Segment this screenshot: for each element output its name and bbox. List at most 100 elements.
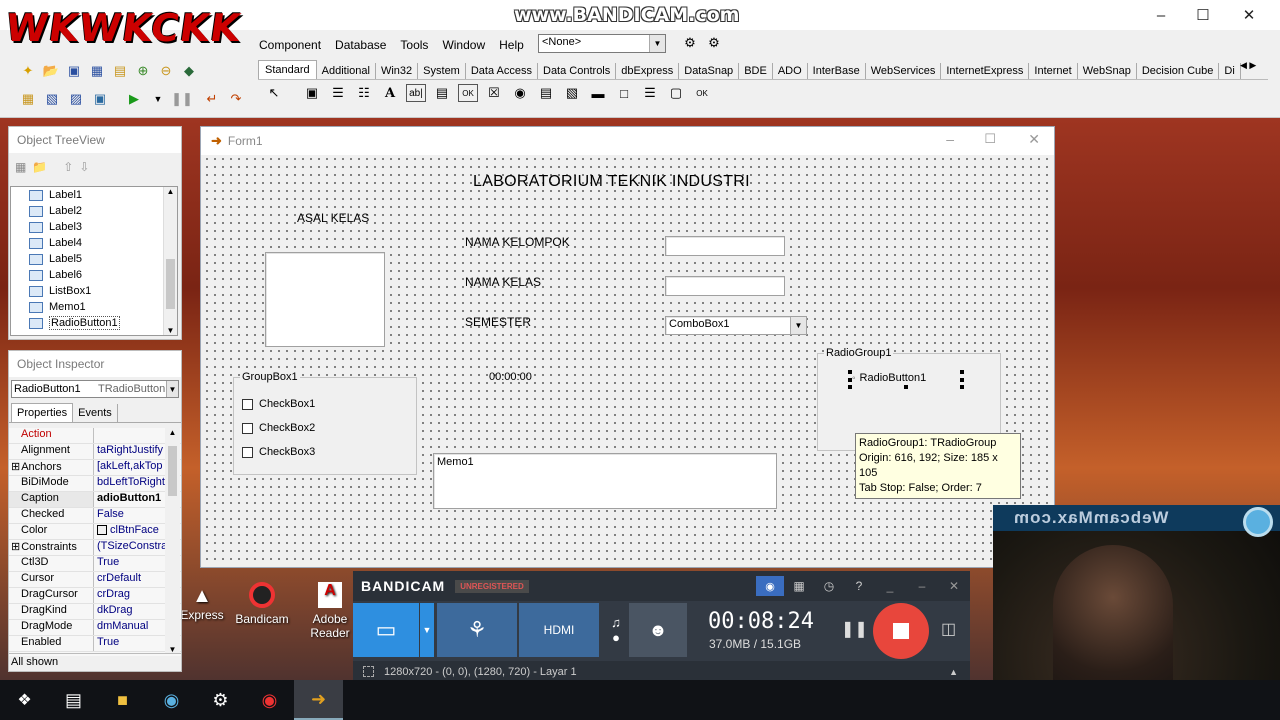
tab-events[interactable]: Events bbox=[73, 404, 118, 422]
actionlist-icon[interactable]: OK bbox=[692, 84, 712, 102]
combobox-icon[interactable]: ▧ bbox=[562, 84, 582, 102]
frames-icon[interactable]: ▣ bbox=[302, 84, 322, 102]
property-row[interactable]: DragMode dmManual bbox=[9, 620, 181, 636]
tab-internetexpress[interactable]: InternetExpress bbox=[941, 63, 1030, 79]
tab-properties[interactable]: Properties bbox=[11, 403, 74, 422]
property-row[interactable]: BiDiMode bdLeftToRight bbox=[9, 476, 181, 492]
groupbox-icon[interactable]: □ bbox=[614, 84, 634, 102]
run-icon[interactable]: ▶ bbox=[124, 90, 144, 108]
treeview-scrollbar[interactable]: ▲ ▼ bbox=[163, 187, 177, 335]
pause-icon[interactable]: ❚❚ bbox=[841, 619, 868, 639]
menu-tools[interactable]: Tools bbox=[393, 38, 435, 52]
treeview-list[interactable]: Label1 Label2 Label3 Label4 Label5 Label… bbox=[10, 186, 178, 336]
new-icon[interactable]: ✦ bbox=[18, 62, 38, 80]
property-row[interactable]: Caption adioButton1 bbox=[9, 492, 181, 508]
inspector-scrollbar[interactable]: ▲ ▼ bbox=[165, 428, 180, 654]
radiogroup-icon[interactable]: ☰ bbox=[640, 84, 660, 102]
memo1[interactable]: Memo1 bbox=[433, 453, 777, 509]
button-icon[interactable]: OK bbox=[458, 84, 478, 102]
radiobutton1[interactable]: ◦ RadioButton1 bbox=[852, 372, 926, 384]
scroll-down-icon[interactable]: ▼ bbox=[164, 326, 177, 335]
tree-item-label5[interactable]: Label5 bbox=[11, 251, 177, 267]
tab-interbase[interactable]: InterBase bbox=[808, 63, 866, 79]
object-selector-combo[interactable]: <None> ▼ bbox=[538, 34, 666, 53]
tab-internet[interactable]: Internet bbox=[1029, 63, 1078, 79]
nama-kelas-input[interactable] bbox=[665, 276, 785, 296]
form-minimize-button[interactable]: – bbox=[946, 131, 954, 147]
pause-icon[interactable]: ❚❚ bbox=[171, 90, 193, 108]
selection-handle[interactable] bbox=[960, 378, 964, 382]
trace-into-icon[interactable]: ↵ bbox=[202, 90, 222, 108]
move-down-icon[interactable]: ⇩ bbox=[79, 160, 89, 174]
groupbox1[interactable]: GroupBox1 CheckBox1 CheckBox2 CheckBox3 bbox=[233, 371, 417, 475]
selection-handle[interactable] bbox=[848, 385, 852, 389]
tab-bde[interactable]: BDE bbox=[739, 63, 773, 79]
property-grid[interactable]: Action Alignment taRightJustify ⊞Anchors [ak… bbox=[9, 428, 181, 656]
webcammax-taskbar-icon[interactable]: ◉ bbox=[147, 680, 196, 720]
property-row[interactable]: Checked False bbox=[9, 508, 181, 524]
view-form-icon[interactable]: ▧ bbox=[42, 90, 62, 108]
palette-scroll-arrows[interactable]: ◀ ▶ bbox=[1240, 60, 1256, 71]
property-row[interactable]: ⊞Constraints (TSizeConstra bbox=[9, 540, 181, 556]
tab-decision-cube[interactable]: Decision Cube bbox=[1137, 63, 1220, 79]
nama-kelompok-input[interactable] bbox=[665, 236, 785, 256]
minimize-icon[interactable]: – bbox=[906, 579, 938, 593]
screen-mode-dropdown[interactable]: ▼ bbox=[420, 603, 434, 657]
semester-combobox[interactable]: ComboBox1 ▼ bbox=[665, 316, 807, 335]
tab-websnap[interactable]: WebSnap bbox=[1078, 63, 1137, 79]
tree-item-label6[interactable]: Label6 bbox=[11, 267, 177, 283]
stop-record-button[interactable] bbox=[873, 603, 929, 659]
tab-data-controls[interactable]: Data Controls bbox=[538, 63, 617, 79]
scroll-up-icon[interactable]: ▲ bbox=[164, 187, 177, 196]
expand-plus-icon[interactable]: ⊞ bbox=[11, 461, 20, 473]
clock-icon[interactable]: ◷ bbox=[814, 579, 844, 593]
add-file-icon[interactable]: ⊕ bbox=[133, 62, 153, 80]
memo-icon[interactable]: ▤ bbox=[432, 84, 452, 102]
tab-additional[interactable]: Additional bbox=[317, 63, 376, 79]
property-row[interactable]: Enabled True bbox=[9, 636, 181, 652]
scroll-up-icon[interactable]: ▲ bbox=[165, 428, 180, 437]
checkbox2[interactable]: CheckBox2 bbox=[242, 422, 315, 434]
tree-item-label2[interactable]: Label2 bbox=[11, 203, 177, 219]
tab-datasnap[interactable]: DataSnap bbox=[679, 63, 740, 79]
open-project-icon[interactable]: ▤ bbox=[110, 62, 130, 80]
tree-item-memo1[interactable]: Memo1 bbox=[11, 299, 177, 315]
maximize-button[interactable]: ☐ bbox=[1180, 0, 1226, 30]
selection-handle[interactable] bbox=[904, 385, 908, 389]
folder-icon[interactable]: ▦ bbox=[784, 579, 814, 593]
listbox1[interactable] bbox=[265, 252, 385, 347]
bandicam-taskbar-icon[interactable]: ◉ bbox=[245, 680, 294, 720]
tab-win32[interactable]: Win32 bbox=[376, 63, 419, 79]
tree-item-label4[interactable]: Label4 bbox=[11, 235, 177, 251]
listbox-icon[interactable]: ▤ bbox=[536, 84, 556, 102]
install-component-icon[interactable]: ⚙ bbox=[680, 34, 700, 52]
form-close-button[interactable]: ✕ bbox=[1028, 131, 1040, 148]
tab-ado[interactable]: ADO bbox=[773, 63, 808, 79]
file-explorer-icon[interactable]: ■ bbox=[98, 680, 147, 720]
delphi-taskbar-icon[interactable]: ➜ bbox=[294, 680, 343, 720]
screen-mode-button[interactable]: ▭ bbox=[353, 603, 419, 657]
windows-start-icon[interactable]: ❖ bbox=[0, 680, 49, 720]
new-item-icon[interactable]: ▦ bbox=[15, 160, 26, 174]
chevron-down-icon[interactable]: ▼ bbox=[649, 35, 665, 52]
property-row[interactable]: Color clBtnFace bbox=[9, 524, 181, 540]
property-row[interactable]: DragKind dkDrag bbox=[9, 604, 181, 620]
step-over-icon[interactable]: ↷ bbox=[226, 90, 246, 108]
collapse-icon[interactable]: _ bbox=[874, 579, 906, 593]
selection-handle[interactable] bbox=[848, 370, 852, 374]
game-mode-button[interactable]: ⚘ bbox=[437, 603, 517, 657]
tab-dbexpress[interactable]: dbExpress bbox=[616, 63, 680, 79]
checkbox3[interactable]: CheckBox3 bbox=[242, 446, 315, 458]
panel-icon[interactable]: ▢ bbox=[666, 84, 686, 102]
property-row[interactable]: DragCursor crDrag bbox=[9, 588, 181, 604]
save-icon[interactable]: ▣ bbox=[64, 62, 84, 80]
tab-di[interactable]: Di bbox=[1219, 63, 1241, 79]
toggle-form-unit-icon[interactable]: ▨ bbox=[66, 90, 86, 108]
help-icon[interactable]: ? bbox=[844, 579, 874, 593]
close-button[interactable]: ✕ bbox=[1226, 0, 1272, 30]
settings-icon[interactable]: ⚙ bbox=[196, 680, 245, 720]
menu-component[interactable]: Component bbox=[252, 38, 328, 52]
inspector-object-combo[interactable]: RadioButton1 TRadioButton ▼ bbox=[11, 380, 179, 398]
selection-handle[interactable] bbox=[960, 385, 964, 389]
task-view-icon[interactable]: ▤ bbox=[49, 680, 98, 720]
